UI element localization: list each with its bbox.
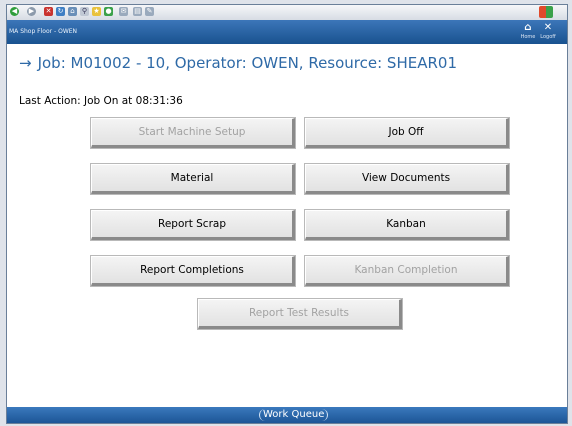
bottom-bar: Work Queue (7, 407, 567, 423)
job-header-text: Job: M01002 - 10, Operator: OWEN, Resour… (37, 54, 457, 72)
forward-icon[interactable]: ▶ (27, 7, 36, 16)
browser-toolbar: ◀ ▶ ✕ ↻ ⌂ ⚲ ★ ● ✉ ▤ ✎ (7, 5, 567, 21)
close-icon: ✕ (543, 22, 553, 33)
home-icon: ⌂ (524, 22, 532, 33)
report-test-results-button[interactable]: Report Test Results (198, 299, 402, 329)
mail-icon[interactable]: ✉ (119, 7, 128, 16)
last-action-text: Last Action: Job On at 08:31:36 (19, 95, 183, 107)
home-browser-icon[interactable]: ⌂ (68, 7, 77, 16)
favorites-icon[interactable]: ★ (92, 7, 101, 16)
work-queue-button[interactable]: Work Queue (259, 409, 329, 421)
home-button[interactable]: ⌂ Home (519, 22, 537, 41)
view-documents-button[interactable]: View Documents (305, 164, 509, 194)
report-completions-button[interactable]: Report Completions (91, 256, 295, 286)
arrow-right-icon: → (19, 54, 32, 72)
material-button[interactable]: Material (91, 164, 295, 194)
print-icon[interactable]: ▤ (133, 7, 142, 16)
media-icon[interactable]: ● (104, 7, 113, 16)
kanban-button[interactable]: Kanban (305, 210, 509, 240)
stop-icon[interactable]: ✕ (44, 7, 53, 16)
title-bar: MA Shop Floor - OWEN ⌂ Home ✕ Logoff (7, 20, 567, 44)
refresh-icon[interactable]: ↻ (56, 7, 65, 16)
job-off-button[interactable]: Job Off (305, 118, 509, 148)
report-scrap-button[interactable]: Report Scrap (91, 210, 295, 240)
home-label: Home (520, 34, 536, 40)
edit-icon[interactable]: ✎ (145, 7, 154, 16)
logoff-label: Logoff (540, 34, 556, 40)
app-window: ◀ ▶ ✕ ↻ ⌂ ⚲ ★ ● ✉ ▤ ✎ MA Shop Floor - OW… (6, 4, 568, 424)
kanban-completion-button[interactable]: Kanban Completion (305, 256, 509, 286)
start-machine-setup-button[interactable]: Start Machine Setup (91, 118, 295, 148)
windows-logo-icon (539, 6, 553, 18)
back-icon[interactable]: ◀ (10, 7, 19, 16)
search-icon[interactable]: ⚲ (80, 7, 89, 16)
logoff-button[interactable]: ✕ Logoff (539, 22, 557, 41)
app-title: MA Shop Floor - OWEN (9, 28, 78, 35)
job-header: → Job: M01002 - 10, Operator: OWEN, Resou… (19, 54, 457, 72)
